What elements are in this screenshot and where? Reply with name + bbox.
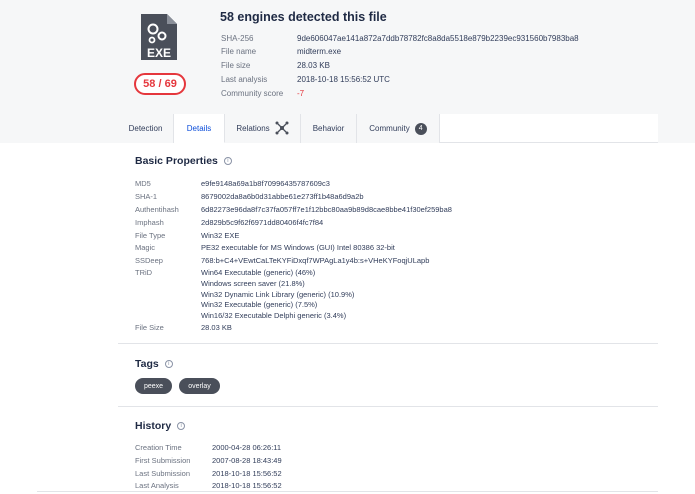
meta-label-last-analysis: Last analysis (221, 75, 268, 84)
report-tabs: Detection Details Relations Behavior Com… (118, 114, 658, 143)
prop-value-authentihash[interactable]: 6d82273e96da8f7c37fa057ff7e1f12bbc80aa9b… (201, 205, 452, 214)
prop-value-sha1[interactable]: 8679002da8a6b0d31abbe61e273ff1b48a6d9a2b (201, 192, 364, 201)
history-value-creation-time: 2000-04-28 06:26:11 (212, 443, 282, 452)
prop-value-file-type: Win32 EXE (201, 231, 240, 240)
basic-properties-title: Basic Properties (135, 155, 218, 167)
tab-community-label: Community (369, 124, 410, 133)
prop-value-magic: PE32 executable for MS Windows (GUI) Int… (201, 243, 395, 252)
history-value-last-analysis: 2018-10-18 15:56:52 (212, 481, 282, 490)
meta-value-file-name: midterm.exe (297, 47, 342, 56)
section-divider (118, 343, 658, 344)
prop-label-imphash: Imphash (135, 218, 164, 227)
history-label-last-analysis: Last Analysis (135, 481, 179, 490)
prop-value-trid-2: Windows screen saver (21.8%) (201, 279, 305, 288)
file-type-label: EXE (147, 46, 171, 60)
prop-label-trid: TRiD (135, 268, 153, 277)
prop-label-authentihash: Authentihash (135, 205, 179, 214)
history-label-first-submission: First Submission (135, 456, 191, 465)
tab-detection-label: Detection (128, 124, 163, 133)
file-summary-header (118, 0, 658, 114)
tab-behavior[interactable]: Behavior (301, 114, 357, 143)
history-title: History (135, 420, 172, 432)
history-label-last-submission: Last Submission (135, 469, 191, 478)
prop-label-file-type: File Type (135, 231, 166, 240)
tab-behavior-label: Behavior (312, 124, 345, 133)
meta-value-file-size: 28.03 KB (297, 61, 330, 70)
meta-value-community-score: -7 (297, 89, 305, 98)
history-value-last-submission: 2018-10-18 15:56:52 (212, 469, 282, 478)
prop-value-ssdeep[interactable]: 768:b+C4+VEwtCaLTeKYFiDxqf7WPAgLa1y4b:s+… (201, 256, 429, 265)
prop-label-magic: Magic (135, 243, 156, 252)
tags-heading: Tags i (135, 358, 173, 370)
info-icon[interactable]: i (164, 360, 173, 368)
prop-value-trid-5: Win16/32 Executable Delphi generic (3.4%… (201, 311, 347, 320)
meta-label-sha256: SHA-256 (221, 34, 254, 43)
tab-details[interactable]: Details (174, 114, 225, 143)
relations-graph-icon (275, 121, 289, 137)
prop-label-ssdeep: SSDeep (135, 256, 163, 265)
meta-label-community-score: Community score (221, 89, 284, 98)
tab-community[interactable]: Community 4 (357, 114, 440, 143)
meta-label-file-name: File name (221, 47, 257, 56)
prop-value-trid-1: Win64 Executable (generic) (46%) (201, 268, 316, 277)
prop-value-trid-4: Win32 Executable (generic) (7.5%) (201, 300, 318, 309)
tags-title: Tags (135, 358, 159, 370)
community-count-badge: 4 (414, 122, 427, 135)
history-value-first-submission: 2007-08-28 18:43:49 (212, 456, 282, 465)
meta-value-sha256[interactable]: 9de606047ae141a872a7ddb78782fc8a8da5518e… (297, 34, 579, 43)
exe-file-icon: EXE (139, 12, 179, 62)
tag-overlay[interactable]: overlay (179, 378, 220, 394)
prop-label-sha1: SHA-1 (135, 192, 158, 201)
section-divider (118, 406, 658, 407)
tab-relations[interactable]: Relations (225, 114, 301, 143)
meta-label-file-size: File size (221, 61, 251, 70)
bottom-divider (37, 491, 658, 492)
detection-score-badge: 58 / 69 (134, 73, 186, 95)
prop-value-trid-3: Win32 Dynamic Link Library (generic) (10… (201, 290, 355, 299)
info-icon[interactable]: i (223, 157, 232, 165)
history-heading: History i (135, 420, 186, 432)
history-label-creation-time: Creation Time (135, 443, 182, 452)
prop-label-md5: MD5 (135, 179, 151, 188)
prop-label-file-size: File Size (135, 323, 164, 332)
tab-relations-label: Relations (236, 124, 270, 133)
page-title: 58 engines detected this file (220, 10, 387, 24)
meta-value-last-analysis: 2018-10-18 15:56:52 UTC (297, 75, 390, 84)
prop-value-file-size: 28.03 KB (201, 323, 232, 332)
info-icon[interactable]: i (177, 422, 186, 430)
tag-peexe[interactable]: peexe (135, 378, 172, 394)
basic-properties-heading: Basic Properties i (135, 155, 232, 167)
prop-value-imphash[interactable]: 2d829b5c9f62f6971dd80406f4fc7f84 (201, 218, 323, 227)
tab-details-label: Details (186, 123, 212, 133)
tab-detection[interactable]: Detection (118, 114, 174, 143)
prop-value-md5[interactable]: e9fe9148a69a1b8f70996435787609c3 (201, 179, 330, 188)
